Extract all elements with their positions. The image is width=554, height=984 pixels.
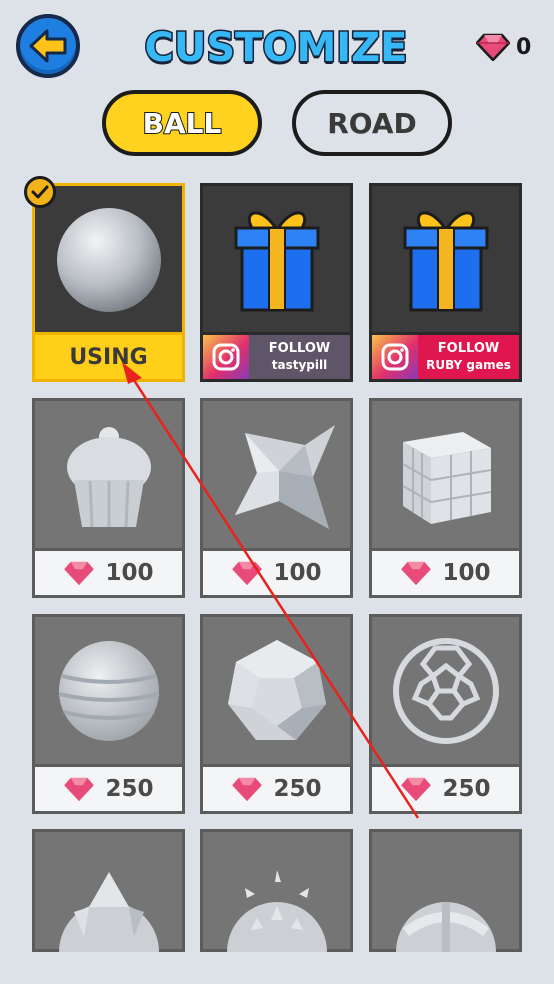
instagram-icon xyxy=(203,335,249,379)
back-button[interactable] xyxy=(16,14,80,78)
price-label: 100 xyxy=(273,560,322,586)
ball-card-cube[interactable]: 100 xyxy=(369,398,522,598)
price-label: 250 xyxy=(273,776,322,802)
follow-card-ruby-games[interactable]: FOLLOW RUBY games xyxy=(369,183,522,382)
gift-icon xyxy=(203,186,350,333)
instagram-icon xyxy=(372,335,418,379)
ball-card-polyhedron[interactable]: 250 xyxy=(200,614,353,814)
banded-ball-preview xyxy=(372,832,519,952)
follow-tastypill-label: FOLLOW tastypill xyxy=(249,335,350,379)
cube-ball-preview xyxy=(372,401,519,548)
using-label: USING xyxy=(69,344,148,370)
gem-icon xyxy=(476,33,510,61)
tab-ball[interactable]: BALL xyxy=(102,90,262,156)
gift-icon xyxy=(372,186,519,333)
arrow-left-icon xyxy=(29,29,67,63)
ball-card-star[interactable]: 100 xyxy=(200,398,353,598)
gem-icon xyxy=(64,777,95,802)
star-ball-preview xyxy=(203,401,350,548)
gem-counter: 0 xyxy=(476,30,531,64)
gem-icon xyxy=(401,561,432,586)
cupcake-ball-preview xyxy=(35,401,182,548)
price-label: 250 xyxy=(105,776,154,802)
gem-icon xyxy=(232,777,263,802)
follow-card-tastypill[interactable]: FOLLOW tastypill xyxy=(200,183,353,382)
price-label: 250 xyxy=(442,776,491,802)
polyhedron-ball-preview xyxy=(203,617,350,764)
gem-count: 0 xyxy=(516,34,532,60)
price-label: 100 xyxy=(442,560,491,586)
follow-ruby-games-label: FOLLOW RUBY games xyxy=(418,335,519,379)
ringed-ball-preview xyxy=(35,617,182,764)
ball-card-spiky[interactable] xyxy=(200,829,353,952)
ball-preview xyxy=(35,186,182,333)
ball-card-buckyball[interactable]: 250 xyxy=(369,614,522,814)
ball-card-default[interactable]: USING xyxy=(32,183,185,382)
gem-icon xyxy=(64,561,95,586)
ball-card-faceted[interactable] xyxy=(32,829,185,952)
faceted-ball-preview xyxy=(35,832,182,952)
gem-icon xyxy=(401,777,432,802)
buckyball-preview xyxy=(372,617,519,764)
page-title: CUSTOMIZE xyxy=(143,24,409,73)
selected-check-icon xyxy=(24,176,56,208)
tab-road[interactable]: ROAD xyxy=(292,90,452,156)
ball-card-banded[interactable] xyxy=(369,829,522,952)
spiky-ball-preview xyxy=(203,832,350,952)
price-label: 100 xyxy=(105,560,154,586)
ball-card-ringed[interactable]: 250 xyxy=(32,614,185,814)
ball-card-cupcake[interactable]: 100 xyxy=(32,398,185,598)
gem-icon xyxy=(232,561,263,586)
